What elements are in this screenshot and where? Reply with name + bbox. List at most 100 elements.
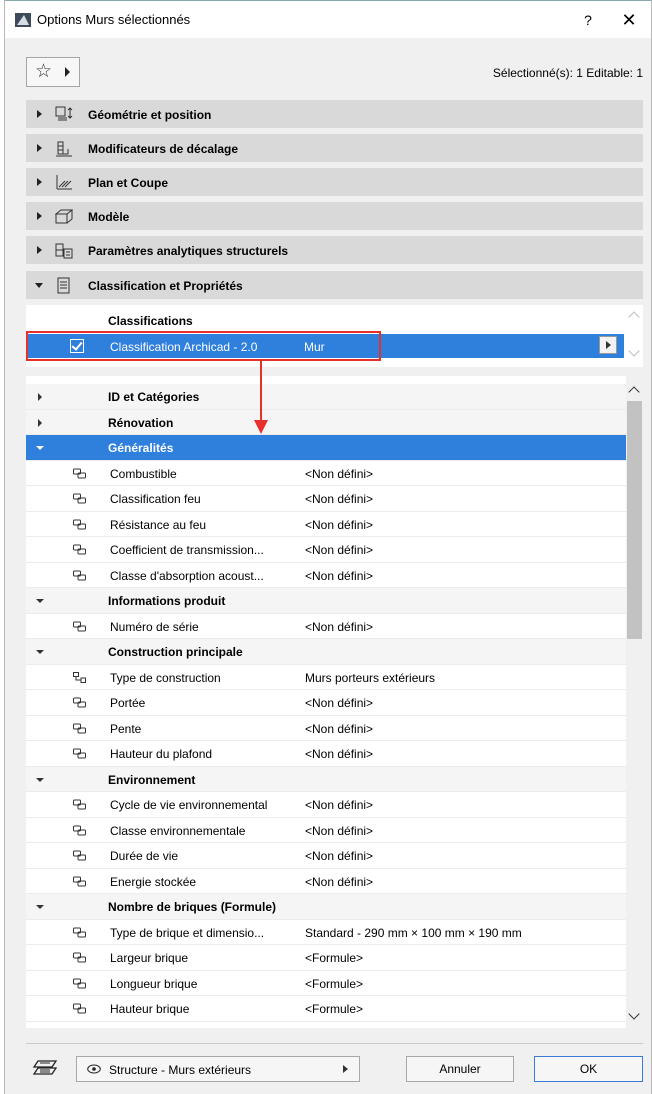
property-group-row[interactable]: ID et Catégories [26, 384, 626, 410]
classification-icon [57, 277, 70, 294]
linked-property-icon [73, 1003, 86, 1014]
property-row[interactable]: Classification feu <Non défini> [26, 486, 626, 512]
linked-property-icon [73, 468, 86, 478]
footer-separator [26, 1043, 643, 1044]
panel-classification-properties[interactable]: Classification et Propriétés [26, 271, 643, 300]
close-button[interactable]: ✕ [617, 9, 641, 31]
panel-floor-plan[interactable]: Plan et Coupe [26, 168, 643, 197]
options-dialog: Options Murs sélectionnés ? ✕ ☆ Sélectio… [4, 0, 652, 1094]
property-group-row[interactable]: Environnement [26, 766, 626, 792]
property-row[interactable]: Type de construction Murs porteurs extéri… [26, 665, 626, 690]
property-row[interactable]: Portée <Non défini> [26, 690, 626, 716]
linked-property-icon [73, 544, 86, 555]
collapse-arrow-icon[interactable] [36, 777, 44, 782]
panel-structural-analytics[interactable]: Paramètres analytiques structurels [26, 236, 643, 265]
property-value[interactable]: <Non défini> [305, 543, 373, 557]
property-value[interactable]: <Formule> [305, 951, 363, 965]
collapse-arrow-icon[interactable] [36, 650, 44, 654]
property-value[interactable]: <Formule> [305, 977, 363, 991]
linked-property-icon [73, 519, 86, 529]
property-group-row[interactable]: Rénovation [26, 409, 626, 435]
panel-label: Plan et Coupe [88, 176, 169, 190]
property-name: Classe environnementale [110, 823, 246, 838]
property-value[interactable]: <Non défini> [305, 569, 373, 583]
offset-icon [56, 141, 72, 157]
property-row[interactable]: Résistance au feu <Non défini> [26, 512, 626, 537]
property-value[interactable]: Standard - 290 mm × 100 mm × 190 mm [305, 926, 522, 940]
scroll-up-icon[interactable] [628, 311, 640, 323]
property-row[interactable]: Numéro de série <Non défini> [26, 614, 626, 639]
classifications-header: Classifications [108, 314, 193, 328]
callout-highlight-box [26, 331, 381, 361]
property-group-name: Nombre de briques (Formule) [108, 900, 277, 914]
layer-dropdown[interactable]: Structure - Murs extérieurs [76, 1056, 360, 1082]
property-row[interactable]: Largeur brique <Formule> [26, 945, 626, 971]
cancel-button[interactable]: Annuler [406, 1056, 514, 1082]
property-row[interactable]: Hauteur du plafond <Non défini> [26, 741, 626, 767]
linked-property-icon [73, 978, 86, 988]
property-group-name: Environnement [108, 772, 196, 787]
linked-property-icon [73, 621, 86, 631]
properties-rows: ID et Catégories Rénovation Généralités Com… [26, 384, 626, 1028]
property-name: Largeur brique [110, 951, 189, 965]
star-icon: ☆ [35, 61, 53, 82]
property-value[interactable]: <Non défini> [305, 747, 373, 761]
expand-arrow-icon [37, 178, 42, 186]
property-row[interactable]: Longueur brique <Formule> [26, 971, 626, 996]
property-row[interactable]: Classe environnementale <Non défini> [26, 818, 626, 843]
property-name: Résistance au feu [110, 517, 207, 532]
property-value[interactable]: <Non défini> [305, 798, 373, 812]
property-group-row[interactable]: Généralités [26, 435, 626, 461]
collapse-arrow-icon[interactable] [36, 446, 44, 450]
linked-property-icon [73, 876, 86, 886]
property-row[interactable]: Durée de vie <Non défini> [26, 843, 626, 869]
classifications-scrollbar[interactable] [626, 305, 643, 367]
property-name: Classification feu [110, 492, 201, 506]
expand-arrow-icon [37, 246, 42, 254]
property-value[interactable]: <Non défini> [305, 849, 373, 863]
property-group-row[interactable]: Construction principale [26, 639, 626, 665]
ok-button[interactable]: OK [534, 1056, 643, 1082]
property-row[interactable]: Energie stockée <Non défini> [26, 869, 626, 894]
expand-arrow-icon[interactable] [38, 393, 42, 401]
expand-arrow-icon[interactable] [38, 418, 42, 427]
classification-picker-button[interactable] [599, 336, 617, 354]
property-row[interactable]: Cycle de vie environnemental <Non défini> [26, 792, 626, 818]
property-name: Hauteur du plafond [110, 747, 213, 761]
property-value[interactable]: <Non défini> [305, 467, 373, 481]
scroll-up-icon[interactable] [628, 386, 640, 398]
panel-label: Paramètres analytiques structurels [88, 244, 289, 258]
panel-geometry[interactable]: Géométrie et position [26, 100, 643, 129]
properties-scrollbar[interactable] [626, 376, 643, 1028]
property-group-row[interactable]: Nombre de briques (Formule) [26, 894, 626, 920]
property-group-row[interactable]: Informations produit [26, 588, 626, 614]
scroll-down-icon[interactable] [628, 345, 640, 357]
property-value[interactable]: <Non défini> [305, 620, 373, 634]
scrollbar-thumb[interactable] [627, 401, 642, 639]
collapse-arrow-icon[interactable] [36, 905, 44, 909]
property-value[interactable]: <Non défini> [305, 722, 373, 736]
callout-arrow-line [260, 361, 262, 423]
help-button[interactable]: ? [577, 9, 599, 31]
property-row[interactable]: Hauteur brique <Formule> [26, 996, 626, 1022]
scroll-down-icon[interactable] [628, 1008, 640, 1020]
collapse-arrow-icon[interactable] [36, 599, 44, 603]
panel-model[interactable]: Modèle [26, 202, 643, 231]
property-value[interactable]: <Formule> [305, 1002, 363, 1016]
property-row[interactable]: Combustible <Non défini> [26, 461, 626, 486]
property-row[interactable]: Coefficient de transmission... <Non défin… [26, 537, 626, 563]
property-row[interactable]: Pente <Non défini> [26, 716, 626, 741]
property-row[interactable]: Classe d'absorption acoust... <Non défini… [26, 563, 626, 588]
property-value[interactable]: <Non défini> [305, 696, 373, 710]
window-title: Options Murs sélectionnés [37, 12, 191, 27]
property-row[interactable]: Type de brique et dimensio... Standard - … [26, 920, 626, 945]
property-value[interactable]: <Non défini> [305, 518, 373, 532]
property-value[interactable]: <Non défini> [305, 824, 373, 838]
property-value[interactable]: Murs porteurs extérieurs [305, 671, 435, 685]
property-group-name: Informations produit [108, 594, 226, 608]
favorites-button[interactable]: ☆ [26, 57, 80, 87]
layer-name: Structure - Murs extérieurs [109, 1063, 252, 1077]
property-value[interactable]: <Non défini> [305, 875, 373, 889]
property-value[interactable]: <Non défini> [305, 492, 373, 506]
panel-offset-modifiers[interactable]: Modificateurs de décalage [26, 134, 643, 163]
